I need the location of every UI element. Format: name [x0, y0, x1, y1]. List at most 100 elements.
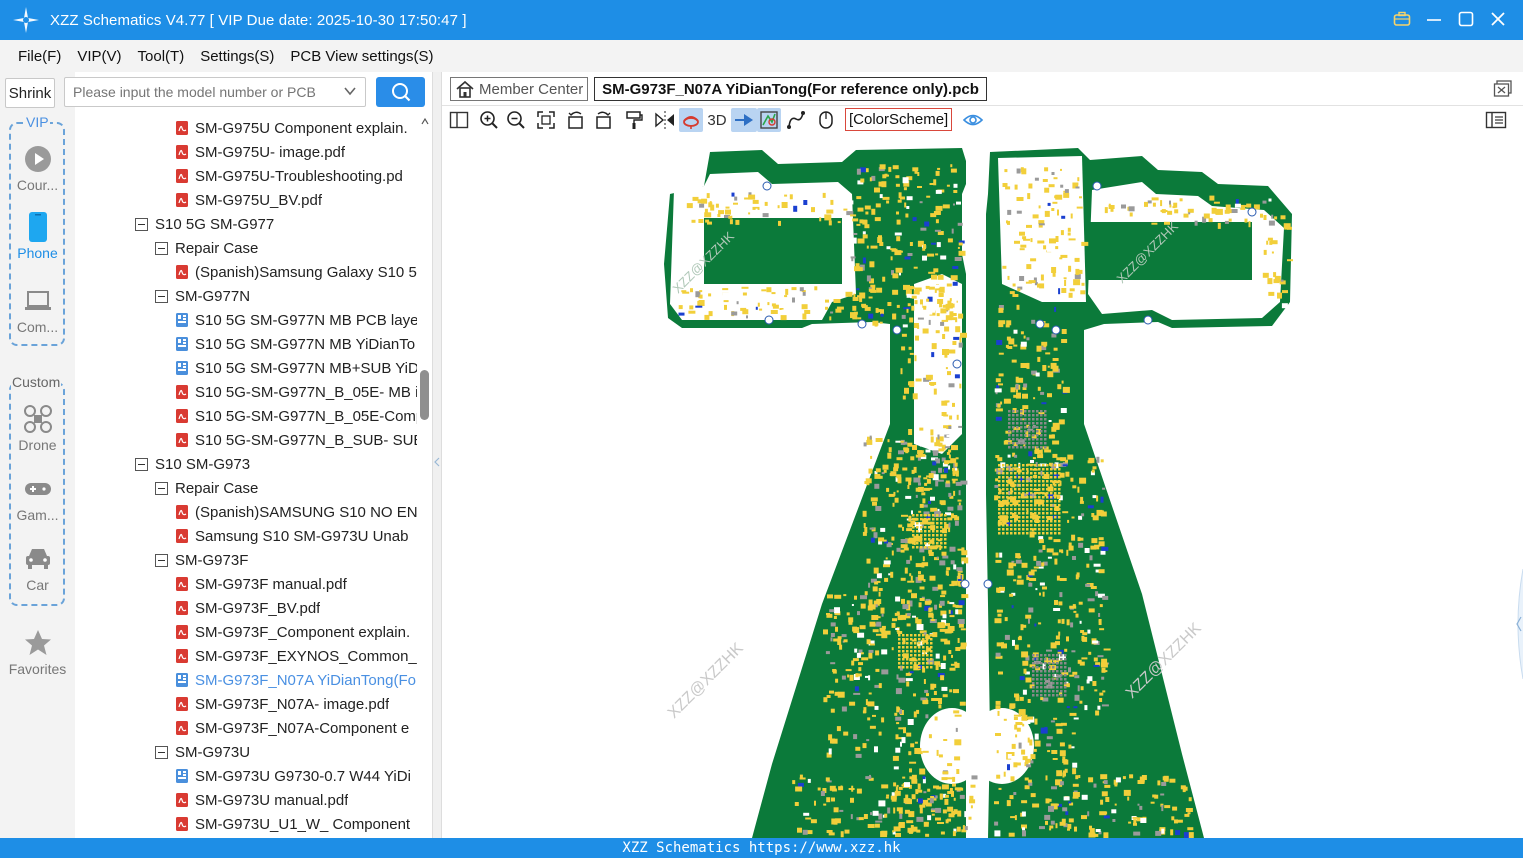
- pad[interactable]: [874, 217, 881, 222]
- pad[interactable]: [884, 813, 888, 818]
- bga-ball[interactable]: [1014, 484, 1017, 487]
- bga-ball[interactable]: [1006, 508, 1009, 511]
- pad[interactable]: [863, 814, 868, 819]
- pad[interactable]: [1015, 553, 1021, 559]
- pad[interactable]: [797, 827, 802, 833]
- pad[interactable]: [1041, 402, 1047, 405]
- bga-ball[interactable]: [998, 464, 1001, 467]
- pad[interactable]: [701, 198, 708, 204]
- pad[interactable]: [1074, 694, 1080, 701]
- bga-ball[interactable]: [898, 634, 901, 637]
- pad[interactable]: [917, 186, 922, 188]
- pad[interactable]: [843, 208, 848, 211]
- pad[interactable]: [912, 615, 916, 618]
- bga-ball[interactable]: [1058, 496, 1061, 499]
- pad[interactable]: [892, 755, 899, 761]
- bga-ball[interactable]: [1038, 464, 1041, 467]
- pad[interactable]: [1014, 693, 1019, 698]
- bga-ball[interactable]: [1024, 438, 1027, 441]
- pad[interactable]: [946, 435, 950, 437]
- pad[interactable]: [1005, 344, 1009, 348]
- bga-ball[interactable]: [1008, 426, 1011, 429]
- pad[interactable]: [950, 168, 957, 173]
- pad[interactable]: [1038, 622, 1042, 625]
- pad[interactable]: [929, 382, 937, 385]
- pad[interactable]: [1068, 265, 1072, 272]
- bga-ball[interactable]: [1006, 496, 1009, 499]
- pad[interactable]: [1009, 291, 1015, 295]
- pad[interactable]: [1012, 294, 1019, 297]
- bga-ball[interactable]: [1036, 430, 1039, 433]
- bga-ball[interactable]: [1052, 670, 1055, 673]
- pad[interactable]: [1021, 651, 1029, 658]
- pad[interactable]: [906, 681, 910, 687]
- pad[interactable]: [1089, 825, 1092, 830]
- bga-ball[interactable]: [930, 662, 933, 665]
- pad[interactable]: [1013, 762, 1018, 768]
- pad[interactable]: [1057, 384, 1062, 390]
- bga-ball[interactable]: [926, 646, 929, 649]
- pad[interactable]: [1063, 796, 1070, 801]
- bga-ball[interactable]: [1058, 476, 1061, 479]
- bga-ball[interactable]: [1040, 690, 1043, 693]
- pad[interactable]: [731, 311, 738, 316]
- bga-ball[interactable]: [1056, 662, 1059, 665]
- tree-pdf-file[interactable]: S10 5G-SM-G977N_B_05E- MB i: [175, 380, 417, 404]
- bga-ball[interactable]: [1026, 528, 1029, 531]
- pad[interactable]: [893, 463, 899, 469]
- pad[interactable]: [888, 166, 892, 172]
- bga-ball[interactable]: [1054, 468, 1057, 471]
- pad[interactable]: [957, 246, 960, 249]
- pad[interactable]: [943, 739, 948, 741]
- pad[interactable]: [1043, 345, 1047, 348]
- pad[interactable]: [829, 785, 836, 791]
- pad[interactable]: [952, 266, 959, 269]
- bga-ball[interactable]: [1002, 488, 1005, 491]
- bga-ball[interactable]: [922, 658, 925, 661]
- pad[interactable]: [862, 710, 866, 714]
- pad[interactable]: [857, 632, 865, 638]
- pad[interactable]: [1065, 459, 1068, 463]
- pad[interactable]: [1079, 700, 1083, 704]
- bga-ball[interactable]: [1042, 504, 1045, 507]
- pad[interactable]: [1015, 722, 1023, 725]
- bga-ball[interactable]: [906, 638, 909, 641]
- pad[interactable]: [1069, 712, 1077, 716]
- bga-ball[interactable]: [932, 514, 935, 517]
- pad[interactable]: [931, 274, 937, 280]
- pad[interactable]: [1041, 562, 1045, 567]
- pad[interactable]: [961, 550, 968, 556]
- pad[interactable]: [836, 726, 841, 732]
- pad[interactable]: [954, 662, 960, 668]
- pad[interactable]: [896, 674, 899, 680]
- pad[interactable]: [955, 326, 961, 333]
- pad[interactable]: [1042, 586, 1047, 590]
- bga-ball[interactable]: [1034, 472, 1037, 475]
- pad[interactable]: [1140, 818, 1147, 823]
- pad[interactable]: [904, 782, 910, 788]
- pad[interactable]: [895, 628, 900, 630]
- pad[interactable]: [1035, 372, 1040, 377]
- pad[interactable]: [881, 784, 889, 789]
- pad[interactable]: [1133, 822, 1137, 826]
- pad[interactable]: [891, 550, 894, 556]
- bga-ball[interactable]: [944, 538, 947, 541]
- pad[interactable]: [940, 255, 947, 260]
- bga-ball[interactable]: [1032, 682, 1035, 685]
- bga-ball[interactable]: [1040, 670, 1043, 673]
- pad[interactable]: [928, 549, 933, 554]
- pad[interactable]: [799, 777, 806, 780]
- pad[interactable]: [1150, 801, 1155, 804]
- pad[interactable]: [849, 701, 856, 706]
- bga-ball[interactable]: [998, 500, 1001, 503]
- bga-ball[interactable]: [1016, 434, 1019, 437]
- pad[interactable]: [909, 573, 912, 577]
- pad[interactable]: [1129, 774, 1134, 779]
- pad[interactable]: [805, 817, 812, 820]
- bga-ball[interactable]: [1010, 464, 1013, 467]
- bga-ball[interactable]: [1058, 484, 1061, 487]
- pad[interactable]: [875, 438, 883, 442]
- pad[interactable]: [944, 631, 952, 634]
- pad[interactable]: [1122, 776, 1126, 780]
- bga-ball[interactable]: [914, 638, 917, 641]
